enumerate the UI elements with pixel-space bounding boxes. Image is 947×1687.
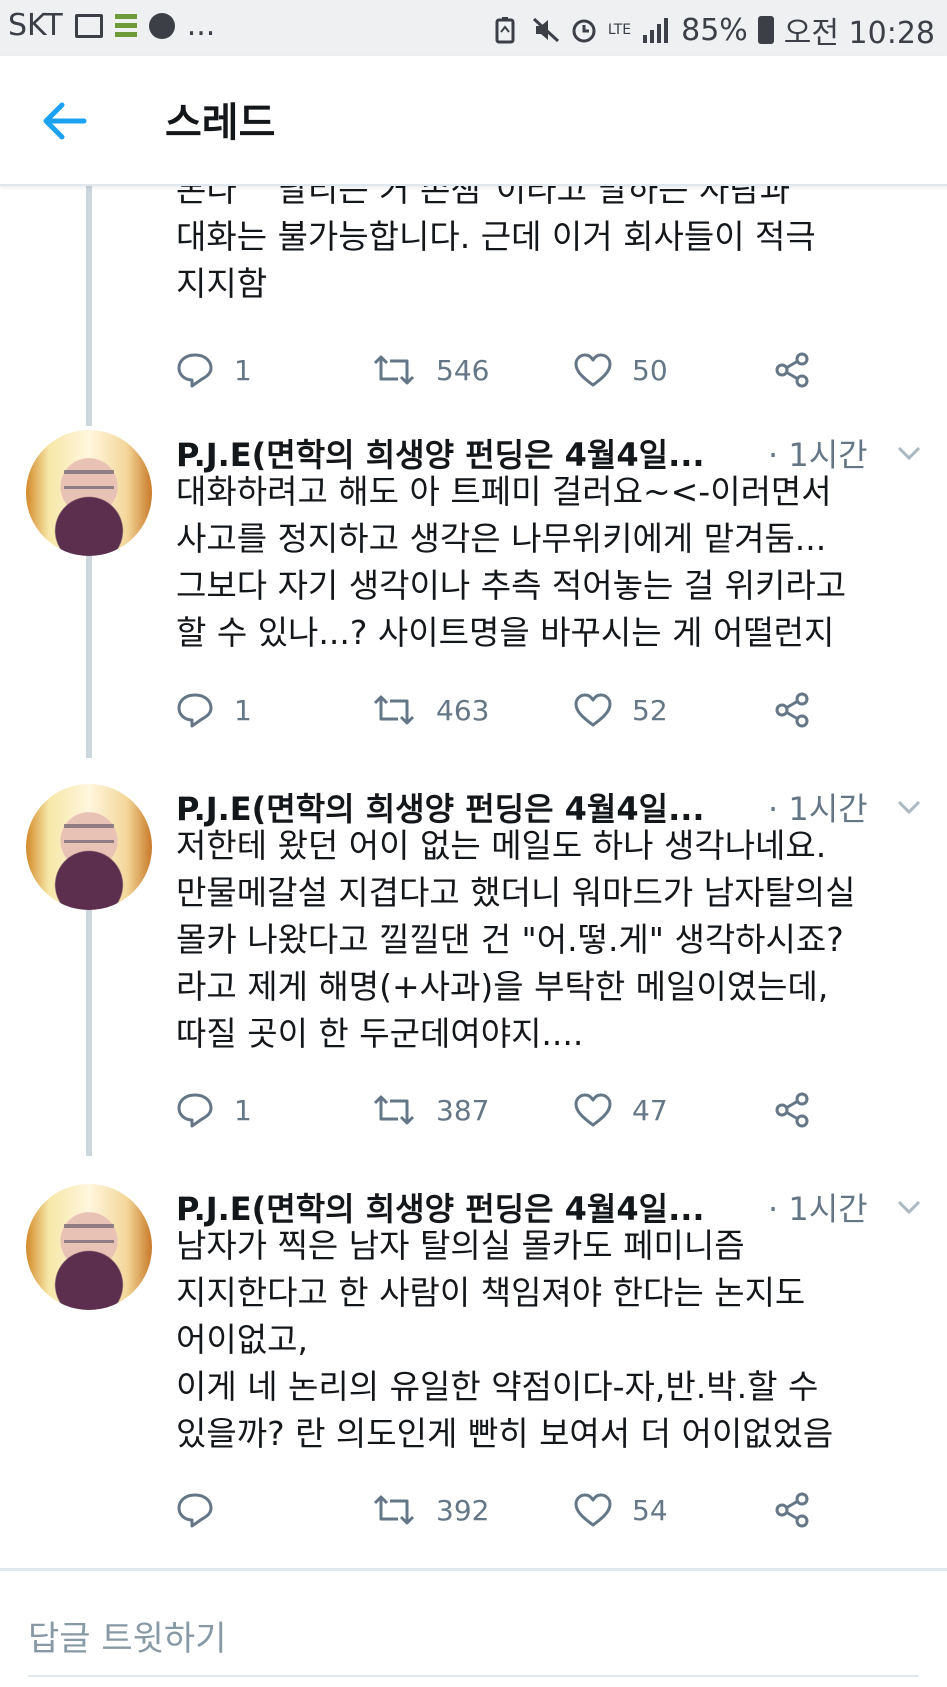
avatar[interactable] [26, 430, 152, 556]
like-count: 47 [632, 1093, 668, 1127]
status-bar-left: SKT ... [8, 8, 215, 43]
reply-icon [176, 692, 214, 728]
gallery-icon [74, 13, 103, 38]
reply-button[interactable] [176, 1488, 234, 1532]
heart-icon [574, 1493, 612, 1527]
avatar[interactable] [26, 1184, 152, 1310]
more-notifications: ... [186, 8, 216, 43]
retweet-count: 463 [436, 693, 490, 727]
battery-percent: 85% [681, 12, 748, 48]
heart-icon [574, 693, 612, 727]
tweet-actions: 1 546 50 [176, 348, 876, 392]
status-bar-right: LTE 85% 오전 10:28 [494, 8, 935, 52]
like-button[interactable]: 50 [574, 348, 668, 392]
share-icon [774, 1092, 810, 1128]
heart-icon [574, 1093, 612, 1127]
share-button[interactable] [774, 1488, 810, 1532]
battery-saver-icon [494, 16, 522, 44]
share-button[interactable] [774, 348, 810, 392]
retweet-button[interactable]: 392 [372, 1488, 489, 1532]
mute-icon [532, 16, 560, 44]
reply-button[interactable]: 1 [176, 1088, 252, 1132]
tweet-text: 저한테 왔던 어이 없는 메일도 하나 생각나네요. 만물메갈설 지겹다고 했더… [176, 826, 856, 1053]
heart-icon [574, 353, 612, 387]
like-button[interactable]: 47 [574, 1088, 668, 1132]
signal-icon [641, 17, 671, 43]
back-button[interactable] [40, 96, 90, 146]
like-count: 54 [632, 1493, 668, 1527]
share-icon [774, 1492, 810, 1528]
tweet-actions: 1 387 47 [176, 1088, 876, 1132]
tweet-actions: 1 463 52 [176, 688, 876, 732]
reply-count: 1 [234, 693, 252, 727]
retweet-icon [372, 353, 416, 387]
chevron-down-icon [894, 438, 924, 468]
tweet-menu-button[interactable] [894, 438, 924, 468]
share-button[interactable] [774, 1088, 810, 1132]
like-count: 50 [632, 353, 668, 387]
tweet-text: 대화하려고 해도 아 트페미 걸러요~<-이러면서 사고를 정지하고 생각은 나… [176, 472, 847, 652]
reply-button[interactable]: 1 [176, 348, 252, 392]
retweet-button[interactable]: 546 [372, 348, 489, 392]
like-button[interactable]: 52 [574, 688, 668, 732]
arrow-left-icon [40, 96, 90, 146]
reply-input-underline [28, 1675, 919, 1677]
retweet-button[interactable]: 463 [372, 688, 489, 732]
reply-button[interactable]: 1 [176, 688, 252, 732]
retweet-count: 387 [436, 1093, 490, 1127]
clock: 오전 10:28 [783, 16, 935, 51]
share-button[interactable] [774, 688, 810, 732]
reply-icon [176, 352, 214, 388]
retweet-button[interactable]: 387 [372, 1088, 489, 1132]
share-icon [774, 352, 810, 388]
retweet-count: 546 [436, 353, 490, 387]
like-count: 52 [632, 693, 668, 727]
tweet[interactable]: P.J.E(면학의 희생양 펀딩은 4월4일... · 1시간 남자가 찍은 남… [0, 1184, 947, 1566]
reply-icon [176, 1092, 214, 1128]
reply-icon [176, 1492, 214, 1528]
tweet[interactable]: P.J.E(면학의 희생양 펀딩은 4월4일... · 1시간 대화하려고 해도… [0, 430, 947, 760]
page-title: 스레드 [165, 100, 276, 146]
chevron-down-icon [894, 792, 924, 822]
status-bar: SKT ... LTE 85% 오전 10:28 [0, 0, 947, 56]
thread-list[interactable]: 본다" "달리는 거 존잼"이라고 말하는 사람과 대화는 불가능합니다. 근데… [0, 184, 947, 1566]
reply-count: 1 [234, 1093, 252, 1127]
retweet-count: 392 [436, 1493, 490, 1527]
tweet-text: 본다" "달리는 거 존잼"이라고 말하는 사람과 대화는 불가능합니다. 근데… [176, 184, 816, 303]
reply-input[interactable]: 답글 트윗하기 [28, 1611, 227, 1660]
tweet-menu-button[interactable] [894, 1192, 924, 1222]
tweet[interactable]: 본다" "달리는 거 존잼"이라고 말하는 사람과 대화는 불가능합니다. 근데… [0, 184, 947, 414]
tweet-menu-button[interactable] [894, 792, 924, 822]
carrier-label: SKT [8, 8, 63, 43]
like-button[interactable]: 54 [574, 1488, 668, 1532]
retweet-icon [372, 1093, 416, 1127]
avatar-notification-icon [148, 12, 175, 39]
tweet-text: 남자가 찍은 남자 탈의실 몰카도 페미니즘 지지한다고 한 사람이 책임져야 … [176, 1226, 834, 1453]
share-icon [774, 692, 810, 728]
alarm-icon [570, 16, 598, 44]
retweet-icon [372, 693, 416, 727]
retweet-icon [372, 1493, 416, 1527]
reply-bar: 답글 트윗하기 [0, 1568, 947, 1687]
tweet-actions: 392 54 [176, 1488, 876, 1532]
chevron-down-icon [894, 1192, 924, 1222]
battery-icon [757, 16, 774, 44]
avatar[interactable] [26, 784, 152, 910]
app-list-icon [114, 13, 137, 38]
app-header: 스레드 [0, 56, 947, 186]
tweet[interactable]: P.J.E(면학의 희생양 펀딩은 4월4일... · 1시간 저한테 왔던 어… [0, 784, 947, 1174]
reply-count: 1 [234, 353, 252, 387]
lte-icon: LTE [607, 22, 632, 38]
